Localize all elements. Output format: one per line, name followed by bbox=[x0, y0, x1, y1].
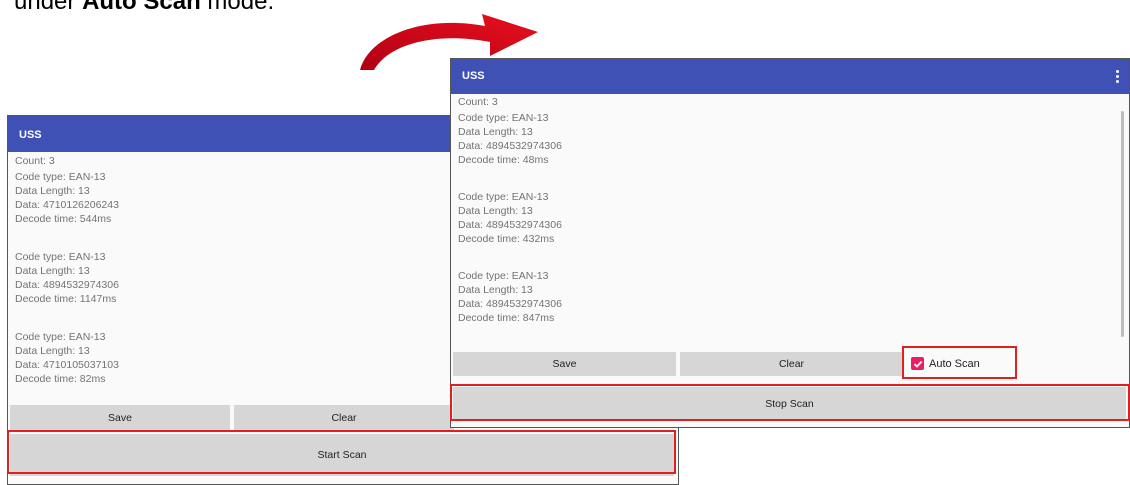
auto-scan-highlight bbox=[902, 346, 1017, 379]
data-length: Data Length: 13 bbox=[458, 126, 533, 138]
list-item: Code type: EAN-13 Data Length: 13 Data: … bbox=[458, 111, 1129, 167]
left-app-title: USS bbox=[19, 129, 42, 141]
code-type: Code type: EAN-13 bbox=[458, 112, 549, 124]
decode-time: Decode time: 48ms bbox=[458, 154, 549, 166]
data-value: Data: 4894532974306 bbox=[458, 219, 562, 231]
left-save-button[interactable]: Save bbox=[10, 405, 230, 431]
caption-suffix: mode. bbox=[200, 0, 275, 15]
decode-time: Decode time: 432ms bbox=[458, 233, 555, 245]
start-scan-highlight bbox=[7, 430, 676, 474]
right-app-bar: USS bbox=[451, 59, 1129, 94]
data-length: Data Length: 13 bbox=[458, 284, 533, 296]
instruction-caption: under Auto Scan mode. bbox=[14, 0, 274, 16]
left-clear-button[interactable]: Clear bbox=[234, 405, 454, 431]
code-type: Code type: EAN-13 bbox=[458, 270, 549, 282]
right-results-list: Count: 3 Code type: EAN-13 Data Length: … bbox=[458, 95, 1129, 349]
caption-prefix: under bbox=[14, 0, 83, 15]
caption-bold: Auto Scan bbox=[82, 0, 201, 15]
decode-time: Decode time: 847ms bbox=[458, 312, 555, 324]
data-value: Data: 4894532974306 bbox=[458, 298, 562, 310]
right-app-title: USS bbox=[462, 70, 485, 82]
scrollbar[interactable] bbox=[1121, 111, 1124, 337]
data-length: Data Length: 13 bbox=[458, 205, 533, 217]
right-save-button[interactable]: Save bbox=[453, 352, 676, 376]
overflow-menu-icon[interactable] bbox=[1111, 59, 1123, 94]
code-type: Code type: EAN-13 bbox=[458, 191, 549, 203]
list-item: Code type: EAN-13 Data Length: 13 Data: … bbox=[458, 269, 1129, 325]
right-clear-button[interactable]: Clear bbox=[680, 352, 903, 376]
list-item: Code type: EAN-13 Data Length: 13 Data: … bbox=[458, 190, 1129, 246]
right-count-label: Count: 3 bbox=[458, 96, 498, 108]
right-app-screen: USS Count: 3 Code type: EAN-13 Data Leng… bbox=[450, 58, 1130, 428]
data-value: Data: 4894532974306 bbox=[458, 140, 562, 152]
stop-scan-highlight bbox=[450, 384, 1130, 421]
